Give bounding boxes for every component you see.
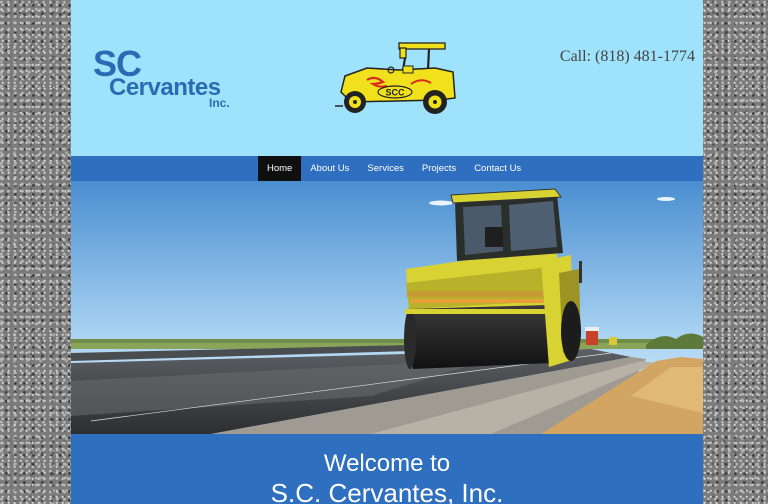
logo-inc-text: Inc. bbox=[209, 96, 230, 110]
welcome-banner: Welcome to S.C. Cervantes, Inc. bbox=[71, 434, 703, 504]
road-roller-logo-icon: SCC bbox=[335, 42, 456, 114]
nav-item-contact-us[interactable]: Contact Us bbox=[465, 156, 530, 181]
roller-emblem-text: SCC bbox=[385, 88, 405, 98]
site-header: SC Cervantes Inc. SCC Call: (818) 481-17… bbox=[71, 0, 703, 156]
nav-item-home[interactable]: Home bbox=[258, 156, 302, 181]
company-logo[interactable]: SC Cervantes Inc. bbox=[93, 44, 253, 116]
page: SC Cervantes Inc. SCC Call: (818) 481-17… bbox=[71, 0, 703, 504]
nav-item-services[interactable]: Services bbox=[358, 156, 412, 181]
nav-items: Home About Us Services Projects Contact … bbox=[258, 156, 530, 181]
welcome-heading-line2: S.C. Cervantes, Inc. bbox=[270, 478, 504, 504]
main-nav: Home About Us Services Projects Contact … bbox=[71, 156, 703, 181]
logo-cervantes-text: Cervantes bbox=[109, 74, 221, 101]
nav-item-about-us[interactable]: About Us bbox=[301, 156, 358, 181]
phone-number[interactable]: Call: (818) 481-1774 bbox=[560, 48, 695, 66]
hero-image-road-roller bbox=[71, 181, 703, 434]
nav-item-projects[interactable]: Projects bbox=[413, 156, 465, 181]
welcome-heading-line1: Welcome to bbox=[323, 450, 451, 477]
